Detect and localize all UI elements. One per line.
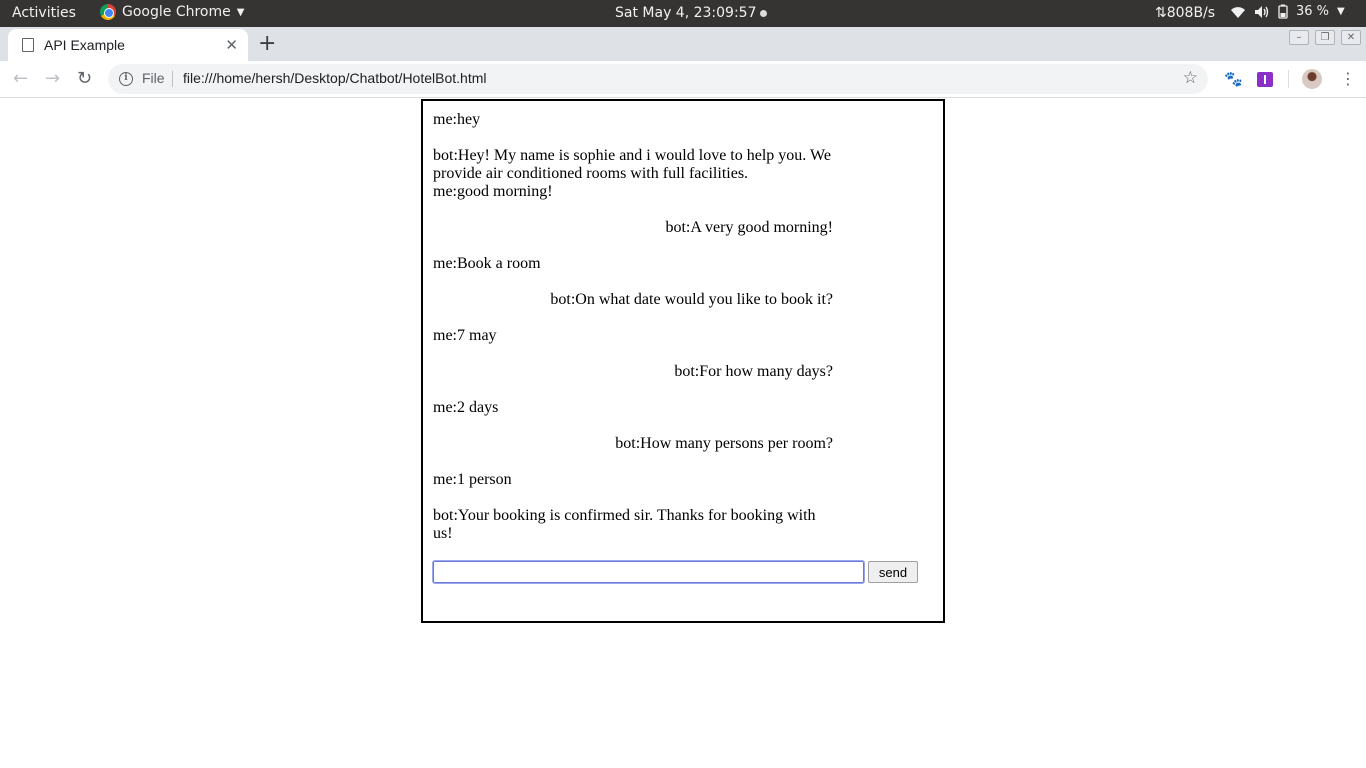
close-window-button[interactable]: ✕ <box>1341 30 1361 45</box>
restore-button[interactable]: ❐ <box>1315 30 1335 45</box>
reload-icon[interactable]: ↻ <box>77 68 92 89</box>
extension-purple-icon[interactable] <box>1257 72 1273 87</box>
app-menu[interactable]: Google Chrome ▼ <box>100 4 244 20</box>
chat-message: me:1 person <box>433 471 833 489</box>
forward-arrow-icon[interactable]: → <box>45 68 60 89</box>
volume-icon <box>1254 5 1270 19</box>
system-top-bar: Activities Google Chrome ▼ Sat May 4, 23… <box>0 0 1366 27</box>
chat-message: me:Book a room <box>433 255 833 273</box>
clock[interactable]: Sat May 4, 23:09:57 <box>615 5 767 21</box>
document-icon <box>22 38 34 52</box>
file-scheme-label: File <box>142 70 165 86</box>
activities-button[interactable]: Activities <box>12 5 76 21</box>
chat-message: bot:For how many days? <box>433 363 833 381</box>
chat-log: me:hey bot:Hey! My name is sophie and i … <box>433 111 833 543</box>
message-input[interactable] <box>433 561 864 583</box>
battery-percent: 36 % <box>1296 4 1329 19</box>
chat-message: me:2 days <box>433 399 833 417</box>
caret-down-icon: ▼ <box>1337 6 1345 17</box>
caret-down-icon: ▼ <box>237 7 245 18</box>
chat-message: me:good morning! <box>433 183 833 201</box>
chat-message: bot:On what date would you like to book … <box>433 291 833 309</box>
system-status-menu[interactable]: 36 % ▼ <box>1230 4 1345 19</box>
chat-message: bot:A very good morning! <box>433 219 833 237</box>
tab-title: API Example <box>44 37 125 53</box>
send-button[interactable]: send <box>868 561 918 583</box>
browser-toolbar: ← → ↻ i File file:///home/hersh/Desktop/… <box>0 61 1366 98</box>
notification-dot-icon <box>760 10 767 17</box>
bookmark-star-icon[interactable]: ☆ <box>1183 68 1198 88</box>
battery-icon <box>1278 4 1288 19</box>
info-icon[interactable]: i <box>119 72 133 86</box>
chat-message: me:hey <box>433 111 833 129</box>
url-text[interactable]: file:///home/hersh/Desktop/Chatbot/Hotel… <box>183 70 486 86</box>
chat-message: bot:How many persons per room? <box>433 435 833 453</box>
address-bar[interactable]: i File file:///home/hersh/Desktop/Chatbo… <box>108 64 1208 94</box>
toolbar-divider <box>1288 70 1289 88</box>
clock-label: Sat May 4, 23:09:57 <box>615 5 756 21</box>
tab-strip: API Example ✕ + – ❐ ✕ <box>0 27 1366 61</box>
chat-message: me:7 may <box>433 327 833 345</box>
profile-avatar[interactable] <box>1302 69 1322 89</box>
omnibox-divider <box>172 71 173 87</box>
chrome-logo-icon <box>100 4 116 20</box>
new-tab-button[interactable]: + <box>258 31 276 56</box>
menu-kebab-icon[interactable]: ⋮ <box>1340 69 1356 88</box>
app-menu-label: Google Chrome <box>122 4 231 20</box>
chat-message: bot:Your booking is confirmed sir. Thank… <box>433 507 833 543</box>
minimize-button[interactable]: – <box>1289 30 1309 45</box>
wifi-icon <box>1230 5 1246 19</box>
back-arrow-icon[interactable]: ← <box>13 68 28 89</box>
chat-message: bot:Hey! My name is sophie and i would l… <box>433 147 833 183</box>
extension-paw-icon[interactable]: 🐾 <box>1224 70 1243 88</box>
close-icon[interactable]: ✕ <box>225 36 238 54</box>
chat-box: me:hey bot:Hey! My name is sophie and i … <box>421 99 945 623</box>
net-speed-indicator: ⇅808B/s <box>1155 5 1215 21</box>
tab-api-example[interactable]: API Example ✕ <box>8 29 248 61</box>
